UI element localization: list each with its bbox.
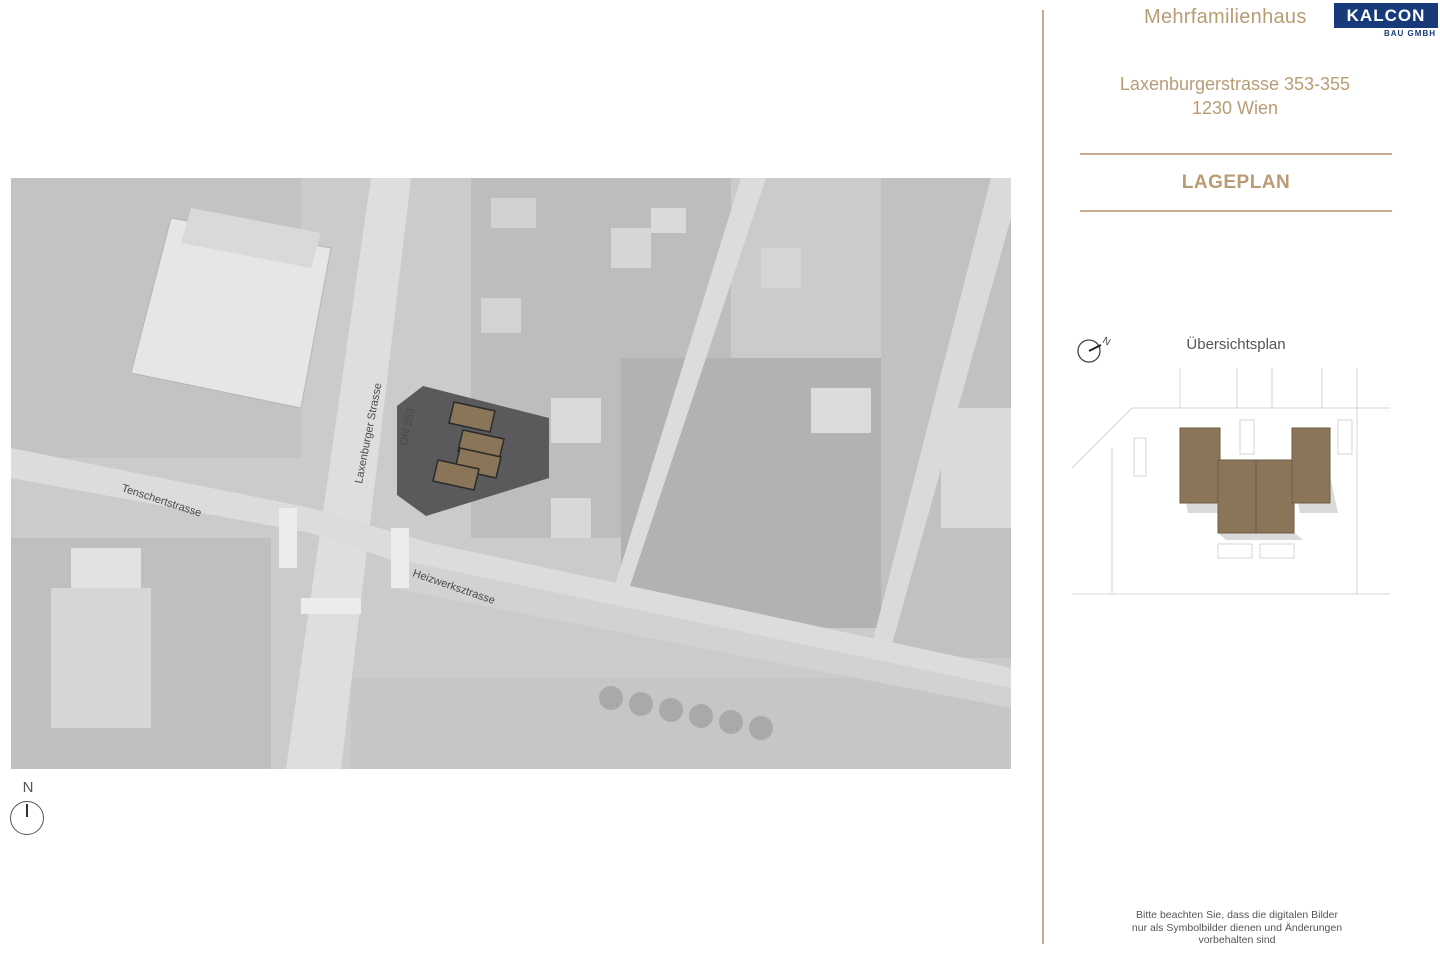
disclaimer-line-1: Bitte beachten Sie, dass die digitalen B…	[1136, 909, 1338, 921]
company-logo: KALCON BAU GMBH	[1334, 3, 1438, 39]
vertical-divider	[1042, 10, 1044, 944]
overview-compass-icon: N	[1075, 334, 1115, 368]
overview-compass-label: N	[1100, 335, 1112, 348]
north-label: N	[22, 779, 34, 796]
project-title: Mehrfamilienhaus	[1144, 6, 1307, 28]
overview-site-plan	[1071, 368, 1390, 600]
logo-subtitle: BAU GMBH	[1384, 29, 1436, 38]
logo-wordmark: KALCON	[1334, 3, 1438, 28]
overview-buildings	[1179, 427, 1331, 534]
address-city: 1230 Wien	[1191, 98, 1279, 118]
project-address: Laxenburgerstrasse 353-355 1230 Wien	[1080, 72, 1390, 120]
north-arrow: N	[9, 779, 47, 835]
section-title: LAGEPLAN	[1181, 172, 1291, 193]
top-rule	[1080, 153, 1392, 155]
address-street: Laxenburgerstrasse 353-355	[1119, 74, 1351, 94]
bottom-rule	[1080, 210, 1392, 212]
disclaimer-line-3: vorbehalten sind	[1198, 934, 1276, 946]
aerial-site-map: Laxenburger Strasse ON 353 Tenschertstra…	[11, 178, 1011, 769]
disclaimer-text: Bitte beachten Sie, dass die digitalen B…	[1098, 909, 1376, 947]
aerial-map-graphic: Laxenburger Strasse ON 353 Tenschertstra…	[11, 178, 1011, 769]
compass-needle-icon	[26, 804, 28, 817]
disclaimer-line-2: nur als Symbolbilder dienen und Änderung…	[1131, 921, 1343, 934]
overview-label: Übersichtsplan	[1186, 336, 1286, 353]
